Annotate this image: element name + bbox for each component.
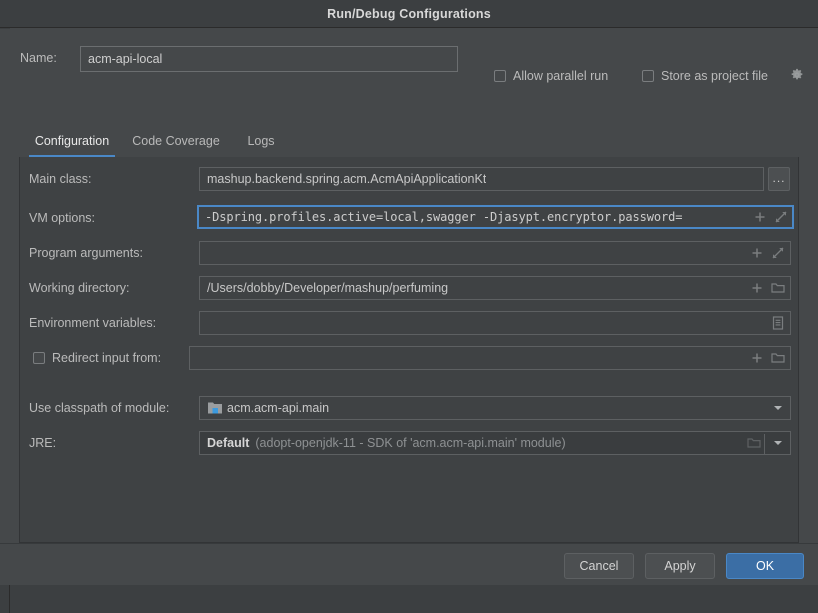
name-input[interactable]: [80, 46, 458, 72]
jre-detail: (adopt-openjdk-11 - SDK of 'acm.acm-api.…: [255, 436, 566, 450]
vm-options-input[interactable]: -Dspring.profiles.active=local,swagger -…: [197, 205, 794, 229]
document-list-icon[interactable]: [772, 316, 784, 330]
run-debug-configurations-dialog: Run/Debug Configurations Name: Allow par…: [0, 0, 818, 585]
program-arguments-label: Program arguments:: [29, 246, 143, 260]
redirect-input-from-input[interactable]: [189, 346, 791, 370]
use-classpath-of-module-value: acm.acm-api.main: [227, 401, 330, 415]
jre-separator: [764, 434, 765, 454]
main-class-input[interactable]: mashup.backend.spring.acm.AcmApiApplicat…: [199, 167, 764, 191]
working-directory-input[interactable]: /Users/dobby/Developer/mashup/perfuming: [199, 276, 791, 300]
redirect-input-from-checkbox[interactable]: Redirect input from:: [33, 349, 161, 367]
name-label: Name:: [20, 51, 57, 65]
jre-value-wrap: Default (adopt-openjdk-11 - SDK of 'acm.…: [207, 432, 566, 454]
checkbox-box[interactable]: [494, 70, 506, 82]
tab-code-coverage-label: Code Coverage: [132, 134, 220, 148]
store-as-project-file-checkbox[interactable]: Store as project file: [642, 67, 768, 85]
tab-logs[interactable]: Logs: [240, 125, 282, 157]
gear-icon[interactable]: [790, 68, 804, 82]
ellipsis-icon: ...: [772, 171, 786, 185]
plus-icon[interactable]: [751, 282, 763, 294]
tab-configuration-label: Configuration: [34, 134, 110, 148]
store-as-project-file-label: Store as project file: [661, 69, 768, 83]
tab-configuration[interactable]: Configuration: [29, 125, 115, 157]
expand-diagonal-icon[interactable]: [772, 247, 784, 259]
vm-options-label: VM options:: [29, 211, 96, 225]
redirect-input-from-label: Redirect input from:: [52, 351, 162, 365]
environment-variables-input[interactable]: [199, 311, 791, 335]
button-bar-divider: [0, 543, 818, 544]
cancel-button-label: Cancel: [579, 559, 619, 573]
plus-icon[interactable]: [754, 211, 766, 223]
folder-icon[interactable]: [747, 437, 761, 449]
main-class-label: Main class:: [29, 172, 92, 186]
environment-variables-label: Environment variables:: [29, 316, 157, 330]
jre-label: JRE:: [29, 436, 57, 450]
allow-parallel-run-checkbox[interactable]: Allow parallel run: [494, 67, 608, 85]
cancel-button[interactable]: Cancel: [564, 553, 634, 579]
dialog-button-bar: Cancel Apply OK: [0, 543, 818, 585]
dialog-title: Run/Debug Configurations: [327, 6, 491, 21]
working-directory-label: Working directory:: [29, 281, 130, 295]
program-arguments-input[interactable]: [199, 241, 791, 265]
ok-button-label: OK: [755, 559, 775, 573]
tab-bar: Configuration Code Coverage Logs: [0, 125, 818, 158]
allow-parallel-run-label: Allow parallel run: [513, 69, 609, 83]
plus-icon[interactable]: [751, 247, 763, 259]
vm-options-value: -Dspring.profiles.active=local,swagger -…: [205, 210, 683, 224]
ok-button[interactable]: OK: [726, 553, 804, 579]
checkbox-box[interactable]: [33, 352, 45, 364]
main-class-browse-button[interactable]: ...: [768, 167, 790, 191]
dialog-titlebar: Run/Debug Configurations: [0, 0, 818, 28]
chevron-down-icon[interactable]: [774, 441, 782, 445]
checkbox-box[interactable]: [642, 70, 654, 82]
jre-value: Default: [207, 436, 250, 450]
use-classpath-of-module-label: Use classpath of module:: [29, 401, 170, 415]
folder-icon[interactable]: [771, 352, 785, 364]
tab-logs-label: Logs: [247, 134, 275, 148]
use-classpath-of-module-combobox[interactable]: acm.acm-api.main: [199, 396, 791, 420]
working-directory-value: /Users/dobby/Developer/mashup/perfuming: [207, 281, 449, 295]
module-folder-icon: [208, 402, 222, 414]
folder-icon[interactable]: [771, 282, 785, 294]
chevron-down-icon[interactable]: [774, 406, 782, 410]
dialog-body: Name: Allow parallel run Store as projec…: [0, 29, 818, 543]
apply-button-label: Apply: [664, 559, 696, 573]
expand-diagonal-icon[interactable]: [775, 211, 787, 223]
jre-combobox[interactable]: Default (adopt-openjdk-11 - SDK of 'acm.…: [199, 431, 791, 455]
main-class-value: mashup.backend.spring.acm.AcmApiApplicat…: [207, 172, 487, 186]
plus-icon[interactable]: [751, 352, 763, 364]
apply-button[interactable]: Apply: [645, 553, 715, 579]
tab-code-coverage[interactable]: Code Coverage: [126, 125, 226, 157]
name-row: Name: Allow parallel run Store as projec…: [0, 45, 818, 83]
